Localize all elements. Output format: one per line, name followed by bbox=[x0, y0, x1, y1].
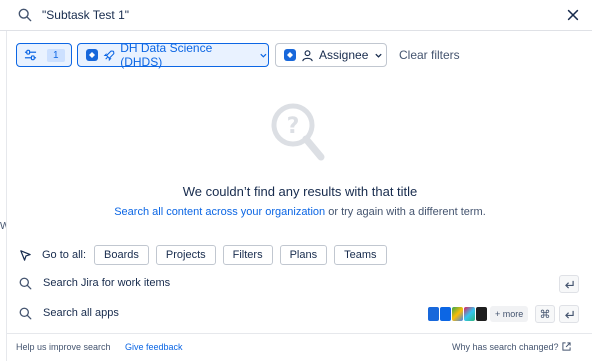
search-bar bbox=[0, 0, 592, 31]
empty-state-message: Search all content across your organizat… bbox=[7, 206, 592, 218]
empty-state-title: We couldn’t find any results with that t… bbox=[182, 184, 418, 199]
goto-filters-button[interactable]: Filters bbox=[222, 245, 273, 265]
search-all-apps-label: Search all apps bbox=[43, 307, 119, 319]
figma-app-icon bbox=[476, 307, 487, 321]
command-key-icon: ⌘ bbox=[535, 305, 555, 323]
project-filter-button[interactable]: DH Data Science (DHDS) bbox=[77, 41, 269, 69]
search-results-panel: 1 DH Data Science (DHDS) Assignee Clear … bbox=[6, 31, 592, 361]
filter-toggle-button[interactable]: 1 bbox=[16, 43, 72, 67]
slack-app-icon bbox=[464, 307, 475, 321]
google-drive-app-icon bbox=[452, 307, 463, 321]
goto-teams-button[interactable]: Teams bbox=[334, 245, 387, 265]
app-icons-group: + more bbox=[428, 305, 529, 323]
enter-key-icon bbox=[559, 275, 579, 293]
search-jira-row[interactable]: Search Jira for work items bbox=[7, 271, 592, 297]
jira-app-icon bbox=[428, 307, 439, 321]
go-to-all-label: Go to all: bbox=[42, 249, 87, 261]
filter-count-badge: 1 bbox=[47, 48, 65, 62]
give-feedback-link[interactable]: Give feedback bbox=[125, 342, 183, 352]
clear-filters-button[interactable]: Clear filters bbox=[399, 48, 460, 62]
search-jira-label: Search Jira for work items bbox=[43, 277, 171, 289]
jira-project-icon bbox=[86, 49, 98, 61]
search-input[interactable] bbox=[42, 4, 522, 26]
project-filter-label: DH Data Science (DHDS) bbox=[120, 41, 213, 69]
why-search-changed-label: Why has search changed? bbox=[452, 342, 559, 352]
goto-plans-button[interactable]: Plans bbox=[279, 245, 328, 265]
svg-text:?: ? bbox=[287, 114, 300, 139]
search-all-apps-row[interactable]: Search all apps + more ⌘ bbox=[7, 301, 592, 327]
rocket-icon bbox=[103, 49, 114, 61]
external-link-icon bbox=[561, 342, 571, 351]
cursor-arrow-icon bbox=[20, 249, 31, 261]
assignee-filter-button[interactable]: Assignee bbox=[275, 43, 387, 67]
jira-project-icon bbox=[284, 49, 296, 61]
enter-key-icon bbox=[559, 305, 579, 323]
magnifier-question-illustration: ? bbox=[271, 103, 325, 161]
filter-bar: 1 DH Data Science (DHDS) Assignee Clear … bbox=[16, 41, 460, 69]
goto-boards-button[interactable]: Boards bbox=[94, 245, 149, 265]
confluence-app-icon bbox=[440, 307, 451, 321]
close-icon[interactable] bbox=[566, 8, 580, 22]
why-search-changed-link[interactable]: Why has search changed? bbox=[452, 342, 571, 352]
go-to-all-bar: Go to all: Boards Projects Filters Plans… bbox=[19, 244, 394, 266]
chevron-down-icon bbox=[260, 53, 267, 58]
search-icon bbox=[18, 8, 32, 22]
assignee-filter-label: Assignee bbox=[319, 48, 369, 62]
empty-state-suffix: or try again with a different term. bbox=[325, 206, 486, 218]
chevron-down-icon bbox=[375, 53, 383, 58]
improve-search-text: Help us improve search bbox=[16, 342, 111, 352]
sliders-icon bbox=[24, 49, 37, 61]
person-icon bbox=[302, 49, 313, 61]
search-icon bbox=[19, 307, 32, 320]
search-footer: Help us improve search Give feedback Why… bbox=[7, 333, 592, 361]
goto-projects-button[interactable]: Projects bbox=[155, 245, 216, 265]
search-icon bbox=[19, 277, 32, 290]
more-apps-badge: + more bbox=[490, 306, 529, 322]
search-organization-link[interactable]: Search all content across your organizat… bbox=[114, 206, 325, 218]
